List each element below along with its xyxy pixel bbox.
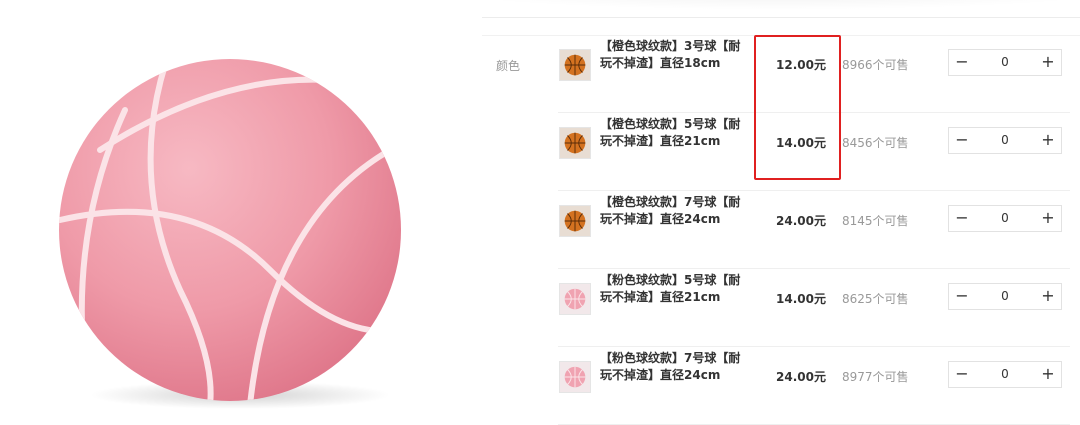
sku-name: 【橙色球纹款】7号球【耐玩不掉渣】直径24cm	[600, 195, 741, 226]
decrement-button[interactable]: −	[949, 128, 975, 153]
quantity-stepper: −+	[948, 205, 1062, 232]
decrement-button[interactable]: −	[949, 206, 975, 231]
sku-row: 【粉色球纹款】5号球【耐玩不掉渣】直径21cm14.00元8625个可售−+	[558, 269, 1070, 347]
sku-thumbnail[interactable]	[559, 127, 591, 159]
sku-thumbnail[interactable]	[559, 283, 591, 315]
sku-stock: 8977个可售	[842, 370, 909, 384]
increment-button[interactable]: +	[1035, 362, 1061, 387]
quantity-input[interactable]	[975, 50, 1035, 75]
sku-price: 24.00元	[776, 214, 826, 228]
quantity-input[interactable]	[975, 362, 1035, 387]
quantity-stepper: −+	[948, 49, 1062, 76]
quantity-stepper: −+	[948, 283, 1062, 310]
sku-stock: 8966个可售	[842, 58, 909, 72]
increment-button[interactable]: +	[1035, 50, 1061, 75]
quantity-input[interactable]	[975, 128, 1035, 153]
sku-name: 【橙色球纹款】5号球【耐玩不掉渣】直径21cm	[600, 117, 741, 148]
sku-thumbnail[interactable]	[559, 361, 591, 393]
increment-button[interactable]: +	[1035, 128, 1061, 153]
quantity-input[interactable]	[975, 284, 1035, 309]
decrement-button[interactable]: −	[949, 50, 975, 75]
sku-name: 【橙色球纹款】3号球【耐玩不掉渣】直径18cm	[600, 39, 741, 70]
sku-row: 【橙色球纹款】7号球【耐玩不掉渣】直径24cm24.00元8145个可售−+	[558, 191, 1070, 269]
sku-thumbnail[interactable]	[559, 49, 591, 81]
sku-thumbnail[interactable]	[559, 205, 591, 237]
price-highlight-box	[754, 35, 841, 180]
sku-stock: 8456个可售	[842, 136, 909, 150]
product-image	[40, 40, 420, 410]
sku-name: 【粉色球纹款】5号球【耐玩不掉渣】直径21cm	[600, 273, 741, 304]
divider	[482, 17, 1080, 18]
pink-basketball-image	[59, 59, 401, 409]
option-label: 颜色	[496, 59, 521, 73]
sku-name: 【粉色球纹款】7号球【耐玩不掉渣】直径24cm	[600, 351, 741, 382]
quantity-input[interactable]	[975, 206, 1035, 231]
top-shadow	[430, 0, 1080, 10]
sku-price: 24.00元	[776, 370, 826, 384]
sku-row: 【粉色球纹款】7号球【耐玩不掉渣】直径24cm24.00元8977个可售−+	[558, 347, 1070, 425]
sku-stock: 8625个可售	[842, 292, 909, 306]
decrement-button[interactable]: −	[949, 284, 975, 309]
sku-stock: 8145个可售	[842, 214, 909, 228]
quantity-stepper: −+	[948, 127, 1062, 154]
decrement-button[interactable]: −	[949, 362, 975, 387]
increment-button[interactable]: +	[1035, 284, 1061, 309]
increment-button[interactable]: +	[1035, 206, 1061, 231]
quantity-stepper: −+	[948, 361, 1062, 388]
sku-price: 14.00元	[776, 292, 826, 306]
